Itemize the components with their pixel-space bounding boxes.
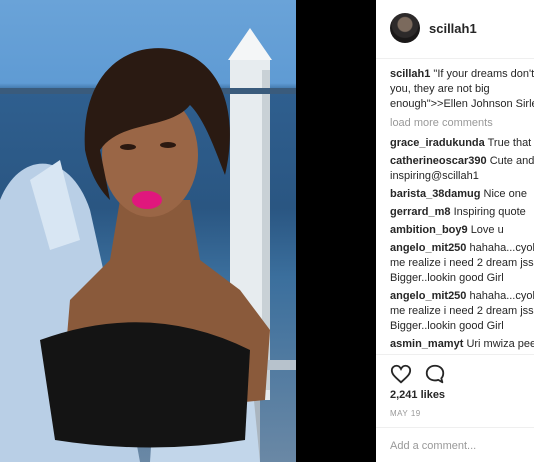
add-comment-input[interactable]: Add a comment... [390, 440, 476, 452]
comment: angelo_mit250 hahaha...cyokora me realiz… [390, 241, 534, 286]
likes-count[interactable]: 2,241 likes [390, 389, 445, 401]
divider [376, 427, 534, 428]
comment-user[interactable]: grace_iradukunda [390, 137, 485, 149]
photo-illustration [0, 28, 296, 462]
post-date: MAY 19 [390, 409, 421, 418]
comment: asmin_mamyt Uri mwiza peee [390, 337, 534, 352]
comment-user[interactable]: asmin_mamyt [390, 338, 463, 350]
comment-text: Love u [470, 224, 504, 236]
comment-user[interactable]: catherineoscar390 [390, 155, 487, 167]
post-header: scillah1 [376, 0, 534, 59]
caption: scillah1 "If your dreams don't scare you… [390, 67, 534, 112]
username[interactable]: scillah1 [429, 21, 477, 36]
post-panel: scillah1 scillah1 "If your dreams don't … [376, 0, 534, 462]
comment: angelo_mit250 hahaha...cyokora me realiz… [390, 289, 534, 334]
caption-user[interactable]: scillah1 [390, 68, 430, 80]
comment: catherineoscar390 Cute and inspiring@sci… [390, 154, 534, 184]
comment-user[interactable]: barista_38damug [390, 188, 480, 200]
comment-user[interactable]: angelo_mit250 [390, 242, 466, 254]
comments-list: scillah1 "If your dreams don't scare you… [390, 67, 534, 355]
comment-text: True that [487, 137, 532, 149]
divider [376, 354, 534, 355]
comment-user[interactable]: ambition_boy9 [390, 224, 468, 236]
heart-icon[interactable] [390, 363, 412, 385]
comment: gerrard_m8 Inspiring quote [390, 205, 534, 220]
comment-text: Nice one [483, 188, 527, 200]
comment: ambition_boy9 Love u [390, 223, 534, 238]
comment-user[interactable]: angelo_mit250 [390, 290, 466, 302]
avatar[interactable] [390, 13, 420, 43]
load-more-comments[interactable]: load more comments [390, 116, 534, 131]
post-photo[interactable] [0, 0, 296, 462]
comment: grace_iradukunda True that [390, 136, 534, 151]
comment: barista_38damug Nice one [390, 187, 534, 202]
comment-text: Uri mwiza peee [466, 338, 534, 350]
comment-user[interactable]: gerrard_m8 [390, 206, 451, 218]
action-bar [390, 363, 454, 385]
comment-icon[interactable] [424, 363, 446, 385]
comment-text: Inspiring quote [453, 206, 526, 218]
